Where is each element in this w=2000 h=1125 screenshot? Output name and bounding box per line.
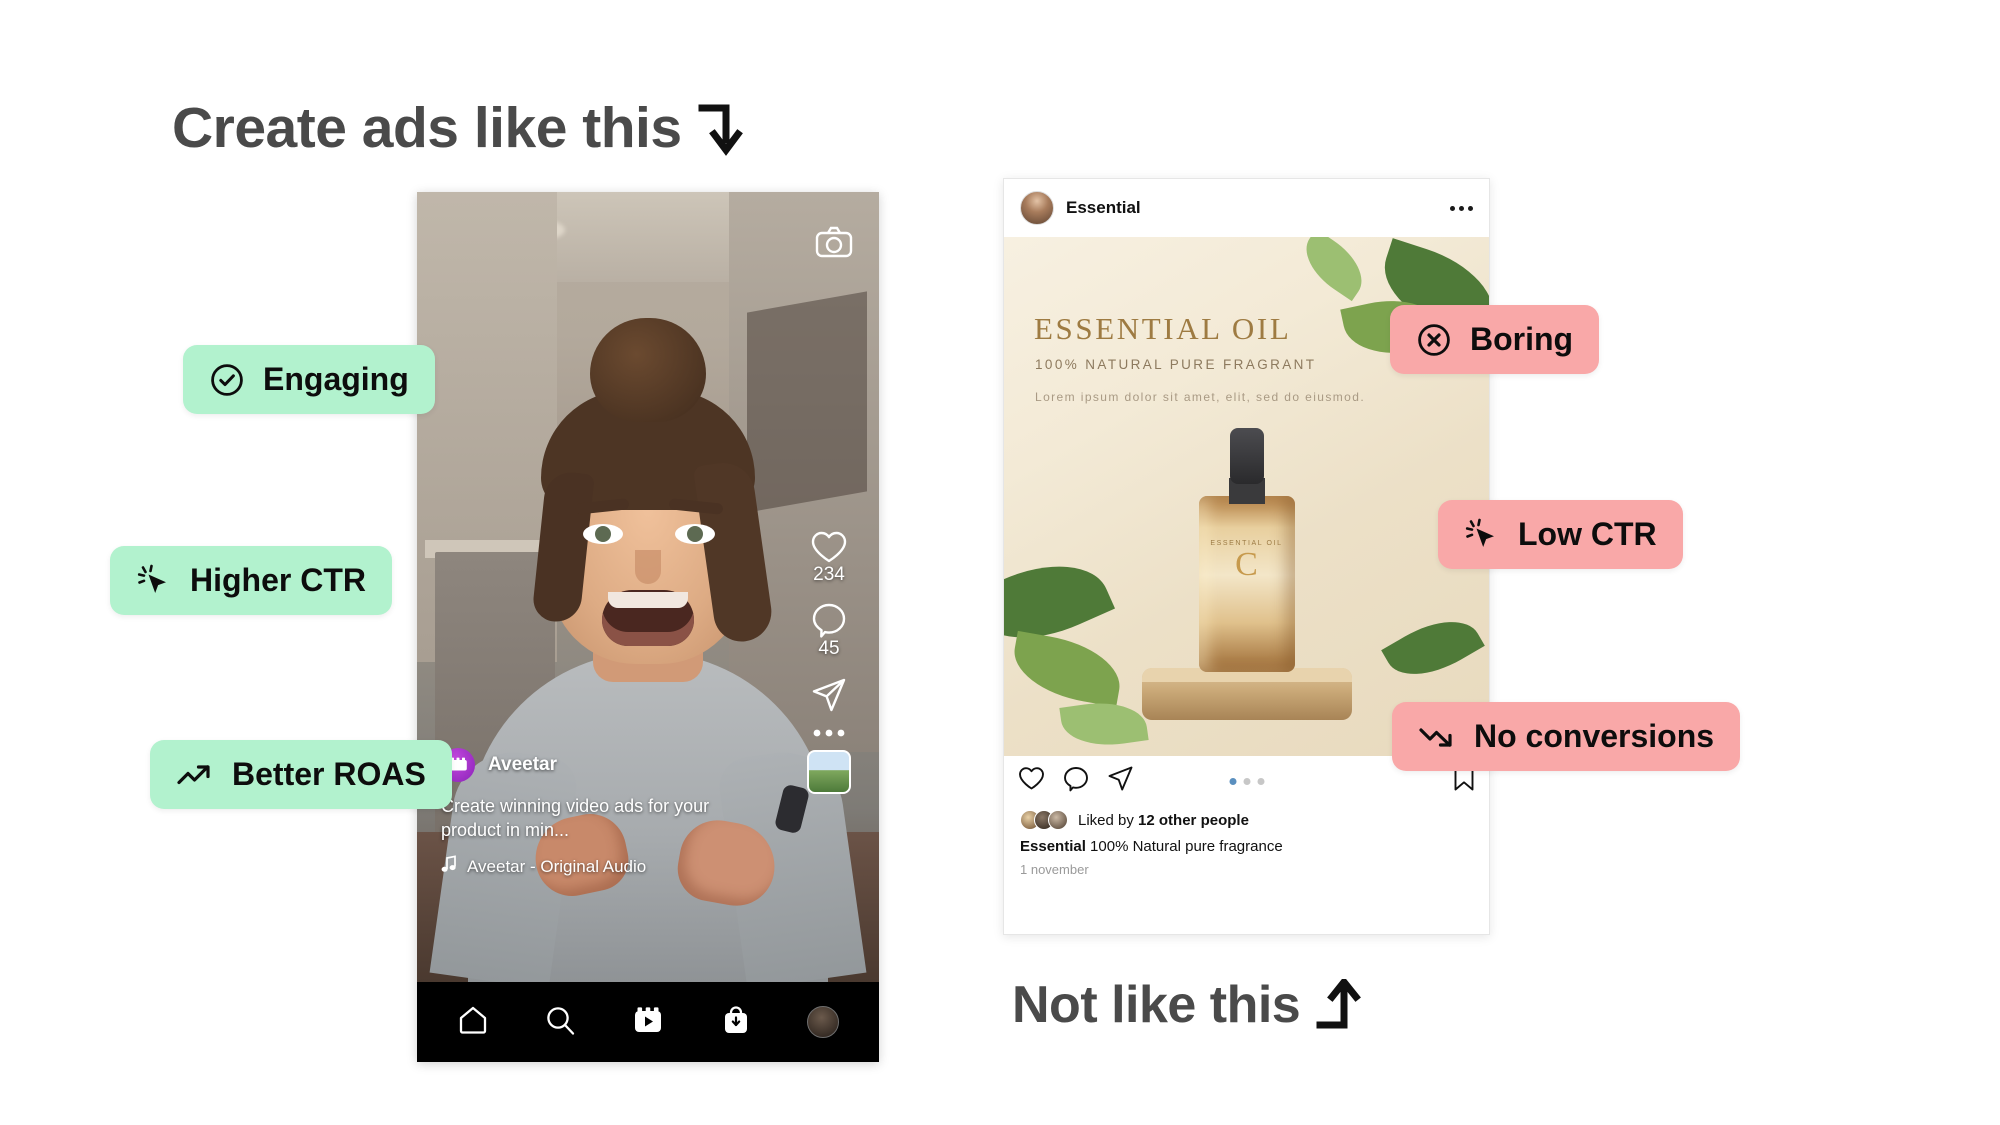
shop-icon[interactable] — [720, 1004, 752, 1041]
heart-icon — [793, 530, 865, 564]
leaf-decoration — [1059, 696, 1149, 752]
product-podium — [1141, 668, 1352, 720]
person-nose — [635, 550, 661, 584]
instagram-caption: Essential 100% Natural pure fragrance — [1020, 838, 1473, 855]
share-icon — [793, 676, 865, 714]
badge-higher-ctr-label: Higher CTR — [190, 562, 366, 598]
badge-higher-ctr: Higher CTR — [110, 546, 392, 615]
arrow-up-right-icon — [1316, 979, 1362, 1031]
avatar[interactable] — [1020, 191, 1054, 225]
caption-username: Essential — [1020, 838, 1086, 855]
bottle-label: ESSENTIAL OIL C — [1210, 540, 1284, 583]
heart-icon[interactable] — [1018, 766, 1045, 796]
headline-not-like-this-text: Not like this — [1012, 976, 1301, 1034]
home-icon[interactable] — [457, 1004, 489, 1041]
person-mouth — [602, 590, 694, 646]
headline-not-like-this: Not like this — [1012, 975, 1362, 1035]
carousel-dot[interactable] — [1243, 777, 1250, 785]
caption-text: 100% Natural pure fragrance — [1085, 838, 1283, 855]
instagram-post-meta: Liked by 12 other people Essential 100% … — [1004, 806, 1489, 877]
more-dots-icon — [793, 728, 865, 738]
ad-subheadline: 100% NATURAL PURE FRAGRANT — [1035, 357, 1317, 372]
badge-low-ctr-label: Low CTR — [1518, 516, 1657, 552]
avatar — [1048, 810, 1068, 830]
like-count: 234 — [813, 564, 845, 585]
product-bottle: ESSENTIAL OIL C — [1198, 496, 1295, 672]
badge-better-roas-label: Better ROAS — [232, 756, 426, 792]
reel-action-rail: 234 45 — [793, 530, 865, 794]
badge-no-conversions: No conversions — [1392, 702, 1741, 771]
person-hair-bun — [590, 318, 706, 422]
dropper-cap — [1229, 428, 1264, 484]
ad-body-text: Lorem ipsum dolor sit amet, elit, sed do… — [1035, 390, 1366, 404]
share-icon[interactable] — [1107, 765, 1134, 797]
badge-low-ctr: Low CTR — [1438, 500, 1683, 569]
headline-create-ads: Create ads like this — [172, 95, 744, 161]
leaf-decoration — [1293, 237, 1375, 302]
instagram-post-header: Essential — [1004, 179, 1489, 237]
profile-avatar[interactable] — [807, 1006, 840, 1038]
badge-better-roas: Better ROAS — [150, 740, 452, 809]
person-eye-right — [675, 524, 715, 544]
reel-description: Create winning video ads for your produc… — [441, 796, 710, 840]
badge-no-conversions-label: No conversions — [1474, 718, 1715, 754]
liked-by-prefix: Liked by — [1078, 811, 1139, 829]
leaf-decoration — [1007, 630, 1127, 708]
comment-icon[interactable] — [1063, 766, 1089, 797]
reel-account-name: Aveetar — [488, 754, 558, 775]
arrow-down-right-icon — [698, 100, 744, 156]
carousel-indicator — [1229, 777, 1264, 785]
search-icon[interactable] — [544, 1004, 576, 1041]
trending-down-icon — [1418, 722, 1456, 752]
comment-button[interactable]: 45 — [793, 602, 865, 660]
badge-boring-label: Boring — [1470, 321, 1574, 357]
badge-engaging-label: Engaging — [263, 361, 409, 397]
instagram-username[interactable]: Essential — [1066, 198, 1438, 218]
carousel-dot-active[interactable] — [1229, 777, 1236, 785]
post-date: 1 november — [1020, 862, 1089, 877]
liked-by-count: 12 other people — [1138, 811, 1249, 829]
reel-video: 234 45 Aveetar Create winning video ads … — [417, 192, 879, 982]
more-button[interactable] — [793, 728, 865, 738]
headline-create-ads-text: Create ads like this — [172, 96, 682, 160]
comment-count: 45 — [818, 638, 840, 659]
liked-by-row: Liked by 12 other people — [1020, 810, 1473, 830]
trending-up-icon — [176, 760, 214, 790]
ad-headline: ESSENTIAL OIL — [1034, 311, 1292, 346]
reel-caption-block: Aveetar Create winning video ads for you… — [441, 748, 771, 878]
music-note-icon — [441, 855, 457, 878]
person-eye-left — [583, 524, 623, 544]
bottle-label-letter: C — [1235, 546, 1258, 583]
carousel-dot[interactable] — [1257, 777, 1264, 785]
more-options-icon[interactable] — [1450, 205, 1473, 211]
leaf-decoration — [1381, 604, 1485, 692]
like-button[interactable]: 234 — [793, 530, 865, 586]
comment-icon — [793, 602, 865, 638]
app-bottom-nav — [417, 982, 879, 1062]
badge-boring: Boring — [1390, 305, 1600, 374]
reels-icon[interactable] — [632, 1004, 664, 1041]
share-button[interactable] — [793, 676, 865, 714]
liked-avatars — [1020, 810, 1068, 830]
camera-icon[interactable] — [815, 226, 853, 263]
bg-shadow-right — [747, 291, 867, 513]
circle-x-icon — [1416, 322, 1452, 358]
reel-account-row[interactable]: Aveetar — [441, 748, 771, 782]
audio-thumbnail[interactable] — [807, 750, 851, 794]
circle-check-icon — [209, 362, 245, 398]
reel-phone-mockup: 234 45 Aveetar Create winning video ads … — [417, 192, 879, 1062]
liked-by-text: Liked by 12 other people — [1078, 812, 1249, 829]
reel-audio-row[interactable]: Aveetar - Original Audio — [441, 855, 771, 878]
reel-audio-title: Aveetar - Original Audio — [467, 856, 647, 876]
person-teeth — [608, 592, 688, 608]
badge-engaging: Engaging — [183, 345, 435, 414]
cursor-click-icon — [1464, 517, 1500, 553]
instagram-post-card: Essential ESSENTIAL OIL 100% NATURAL PUR… — [1003, 178, 1490, 935]
canvas: Create ads like this 234 45 Aveetar Crea… — [0, 0, 2000, 1125]
cursor-click-icon — [136, 563, 172, 599]
